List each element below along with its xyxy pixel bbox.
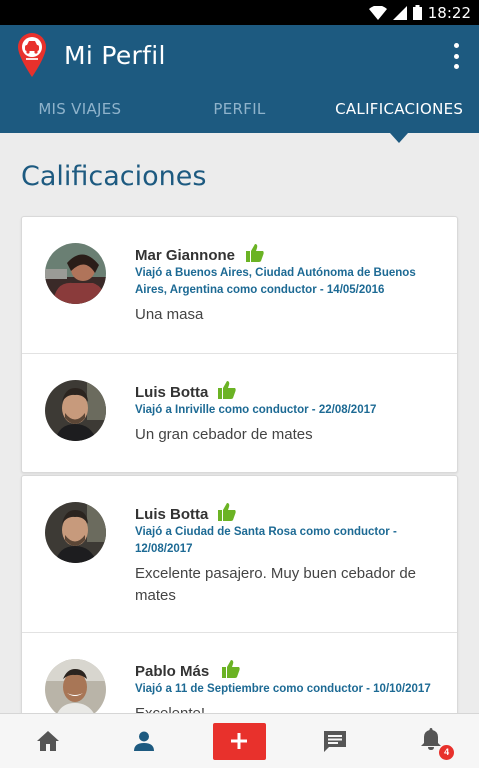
ratings-content[interactable]: Calificaciones Mar Giannone Viajó a Buen… — [0, 133, 479, 713]
rating-item[interactable]: Luis Botta Viajó a Ciudad de Santa Rosa … — [22, 476, 457, 633]
rating-item[interactable]: Luis Botta Viajó a Inriville como conduc… — [22, 354, 457, 472]
tab-calificaciones[interactable]: CALIFICACIONES — [319, 87, 479, 133]
rating-item[interactable]: Pablo Más Viajó a 11 de Septiembre como … — [22, 633, 457, 713]
status-time: 18:22 — [427, 3, 471, 22]
add-trip-button[interactable] — [209, 714, 269, 768]
rater-name: Luis Botta — [135, 384, 209, 401]
trip-info: Viajó a Ciudad de Santa Rosa como conduc… — [135, 526, 397, 555]
rating-comment: Un gran cebador de mates — [135, 426, 313, 443]
rating-comment: Una masa — [135, 306, 204, 323]
avatar — [45, 659, 106, 713]
rater-name: Pablo Más — [135, 663, 210, 680]
trip-info: Viajó a 11 de Septiembre como conductor … — [135, 683, 431, 695]
rater-name: Mar Giannone — [135, 247, 236, 264]
tab-mis-viajes[interactable]: MIS VIAJES — [0, 87, 160, 133]
overflow-menu-icon[interactable] — [451, 43, 461, 69]
thumbs-up-icon — [218, 381, 236, 399]
ratings-card: Mar Giannone Viajó a Buenos Aires, Ciuda… — [21, 216, 458, 473]
thumbs-up-icon — [246, 244, 264, 262]
chat-icon[interactable] — [305, 714, 365, 768]
rating-comment: Excelente! — [135, 703, 435, 713]
rater-name: Luis Botta — [135, 506, 209, 523]
tab-bar: MIS VIAJES PERFIL CALIFICACIONES — [0, 87, 479, 133]
wifi-icon — [368, 5, 387, 20]
thumbs-up-icon — [222, 660, 240, 678]
bell-icon — [421, 727, 442, 755]
home-icon[interactable] — [18, 714, 78, 768]
bottom-navigation: 4 — [0, 713, 479, 768]
rating-item[interactable]: Mar Giannone Viajó a Buenos Aires, Ciuda… — [22, 217, 457, 354]
ratings-card: Luis Botta Viajó a Ciudad de Santa Rosa … — [21, 475, 458, 713]
battery-icon — [412, 5, 422, 20]
trip-info: Viajó a Inriville como conductor - 22/08… — [135, 404, 377, 416]
avatar — [45, 502, 106, 563]
notifications-button[interactable]: 4 — [401, 714, 461, 768]
avatar — [45, 380, 106, 441]
person-icon[interactable] — [114, 714, 174, 768]
notification-badge: 4 — [439, 744, 455, 760]
app-bar: Mi Perfil — [0, 25, 479, 87]
signal-icon — [392, 5, 407, 20]
status-bar: 18:22 — [0, 0, 479, 25]
app-logo-icon — [18, 33, 46, 77]
plus-icon — [212, 722, 266, 760]
rating-comment: Excelente pasajero. Muy buen cebador de … — [135, 565, 417, 604]
page-title: Calificaciones — [21, 161, 207, 192]
app-title: Mi Perfil — [64, 41, 166, 70]
tab-perfil[interactable]: PERFIL — [160, 87, 320, 133]
avatar — [45, 243, 106, 304]
thumbs-up-icon — [218, 503, 236, 521]
trip-info: Viajó a Buenos Aires, Ciudad Autónoma de… — [135, 267, 416, 296]
